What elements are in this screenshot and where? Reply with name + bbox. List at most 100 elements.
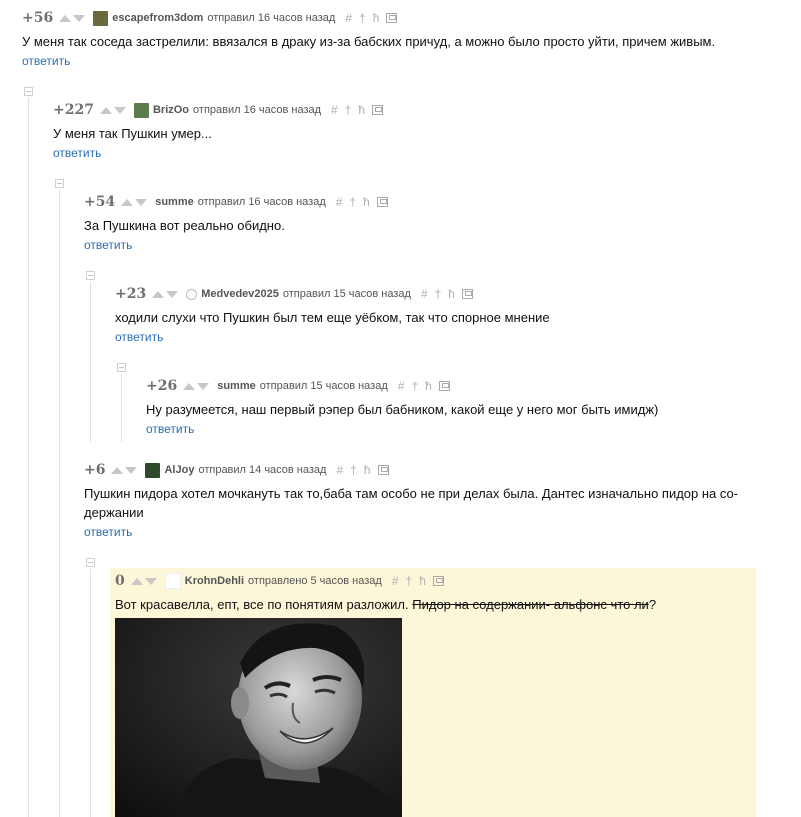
comment: +23 Medvedev2025 отправил 15 часов назад… bbox=[115, 284, 550, 344]
comment-time: отправил 16 часов назад bbox=[207, 12, 336, 24]
hash-link-icon[interactable]: # bbox=[336, 464, 343, 476]
branch-link-icon[interactable]: ħ bbox=[448, 288, 455, 300]
save-icon[interactable] bbox=[376, 197, 388, 207]
comment: +54 summe отправил 16 часов назад # † ħ … bbox=[84, 192, 388, 252]
comment: +227 BrizOo отправил 16 часов назад # † … bbox=[53, 100, 384, 160]
reply-link[interactable]: ответить bbox=[146, 422, 658, 436]
pin-icon[interactable]: † bbox=[406, 575, 413, 587]
collapse-toggle[interactable] bbox=[55, 179, 64, 188]
comment-tools: # † ħ bbox=[331, 104, 384, 116]
comment-text-line: держании bbox=[84, 505, 144, 520]
downvote-icon[interactable] bbox=[144, 577, 157, 585]
save-icon[interactable] bbox=[377, 465, 389, 475]
comment-header: +56 escapefrom3dom отправил 16 часов наз… bbox=[22, 8, 715, 28]
reply-link[interactable]: ответить bbox=[84, 525, 738, 539]
comment-tools: # † ħ bbox=[421, 288, 473, 300]
downvote-icon[interactable] bbox=[197, 382, 210, 390]
comment-text: Ну разумеется, наш первый рэпер был бабн… bbox=[146, 402, 659, 417]
upvote-icon[interactable] bbox=[121, 198, 134, 206]
downvote-icon[interactable] bbox=[73, 14, 86, 22]
comment-text: У меня так соседа застрелили: ввязался в… bbox=[22, 34, 716, 49]
comment-time: отправил 14 часов назад bbox=[198, 464, 327, 476]
thread-line bbox=[90, 282, 91, 442]
pin-icon[interactable]: † bbox=[359, 12, 366, 24]
hash-link-icon[interactable]: # bbox=[331, 104, 338, 116]
comment-text: За Пушкина вот реально обидно. bbox=[84, 218, 285, 233]
pin-icon[interactable]: † bbox=[411, 380, 418, 392]
comment-image[interactable] bbox=[115, 618, 402, 817]
vote-controls bbox=[183, 382, 210, 390]
save-icon[interactable] bbox=[461, 289, 473, 299]
upvote-icon[interactable] bbox=[111, 466, 124, 474]
branch-link-icon[interactable]: ħ bbox=[364, 464, 371, 476]
thread-line bbox=[59, 190, 60, 817]
collapse-toggle[interactable] bbox=[86, 271, 95, 280]
branch-link-icon[interactable]: ħ bbox=[373, 12, 380, 24]
reply-link[interactable]: ответить bbox=[84, 238, 388, 252]
branch-link-icon[interactable]: ħ bbox=[358, 104, 365, 116]
hash-link-icon[interactable]: # bbox=[336, 196, 343, 208]
pin-icon[interactable]: † bbox=[345, 104, 352, 116]
comment: +56 escapefrom3dom отправил 16 часов наз… bbox=[22, 8, 715, 68]
pin-icon[interactable]: † bbox=[435, 288, 442, 300]
comment-text: ходили слухи что Пушкин был тем еще уёбк… bbox=[115, 310, 550, 325]
strikethrough-text: Пидор на содержании- альфонс что ли bbox=[412, 597, 649, 612]
save-icon[interactable] bbox=[386, 13, 398, 23]
reply-link[interactable]: ответить bbox=[22, 54, 715, 68]
avatar[interactable] bbox=[186, 288, 198, 300]
comment-header: +227 BrizOo отправил 16 часов назад # † … bbox=[53, 100, 384, 120]
hash-link-icon[interactable]: # bbox=[392, 575, 399, 587]
comment-header: +23 Medvedev2025 отправил 15 часов назад… bbox=[115, 284, 550, 304]
thread-line bbox=[90, 569, 91, 817]
comment-author[interactable]: escapefrom3dom bbox=[112, 12, 203, 24]
comment-time: отправлено 5 часов назад bbox=[248, 575, 382, 587]
hash-link-icon[interactable]: # bbox=[421, 288, 428, 300]
comment-score: +6 bbox=[84, 462, 106, 478]
pin-icon[interactable]: † bbox=[350, 464, 357, 476]
branch-link-icon[interactable]: ħ bbox=[419, 575, 426, 587]
reply-link[interactable]: ответить bbox=[115, 330, 550, 344]
downvote-icon[interactable] bbox=[166, 290, 179, 298]
branch-link-icon[interactable]: ħ bbox=[363, 196, 370, 208]
avatar[interactable] bbox=[145, 462, 161, 478]
comment: +6 AlJoy отправил 14 часов назад # † ħ П… bbox=[84, 460, 738, 539]
comment-author[interactable]: KrohnDehli bbox=[185, 575, 244, 587]
comment-author[interactable]: AlJoy bbox=[164, 464, 194, 476]
save-icon[interactable] bbox=[438, 381, 450, 391]
downvote-icon[interactable] bbox=[125, 466, 138, 474]
comment-author[interactable]: Medvedev2025 bbox=[201, 288, 279, 300]
comment-text: Вот красавелла, епт, все по понятиям раз… bbox=[115, 595, 656, 614]
save-icon[interactable] bbox=[372, 105, 384, 115]
comment: 0 KrohnDehli отправлено 5 часов назад # … bbox=[115, 571, 656, 614]
comment-tools: # † ħ bbox=[336, 196, 388, 208]
downvote-icon[interactable] bbox=[113, 106, 126, 114]
upvote-icon[interactable] bbox=[130, 577, 143, 585]
collapse-toggle[interactable] bbox=[24, 87, 33, 96]
avatar[interactable] bbox=[164, 573, 181, 589]
branch-link-icon[interactable]: ħ bbox=[425, 380, 432, 392]
pin-icon[interactable]: † bbox=[349, 196, 356, 208]
hash-link-icon[interactable]: # bbox=[345, 12, 352, 24]
comment-time: отправил 16 часов назад bbox=[197, 196, 326, 208]
collapse-toggle[interactable] bbox=[117, 363, 126, 372]
avatar[interactable] bbox=[133, 102, 149, 118]
comment-author[interactable]: BrizOo bbox=[153, 104, 189, 116]
upvote-icon[interactable] bbox=[152, 290, 165, 298]
upvote-icon[interactable] bbox=[183, 382, 196, 390]
upvote-icon[interactable] bbox=[59, 14, 72, 22]
comment-score: +23 bbox=[115, 286, 147, 302]
reply-link[interactable]: ответить bbox=[53, 146, 383, 160]
hash-link-icon[interactable]: # bbox=[398, 380, 405, 392]
collapse-toggle[interactable] bbox=[86, 558, 95, 567]
upvote-icon[interactable] bbox=[99, 106, 112, 114]
vote-controls bbox=[130, 577, 157, 585]
downvote-icon[interactable] bbox=[135, 198, 148, 206]
comment-author[interactable]: summe bbox=[155, 196, 194, 208]
thread-line bbox=[28, 98, 29, 817]
vote-controls bbox=[59, 14, 86, 22]
save-icon[interactable] bbox=[432, 576, 444, 586]
comment-score: +227 bbox=[53, 102, 94, 118]
avatar[interactable] bbox=[93, 10, 109, 26]
comment-tools: # † ħ bbox=[336, 464, 389, 476]
comment-author[interactable]: summe bbox=[217, 380, 256, 392]
